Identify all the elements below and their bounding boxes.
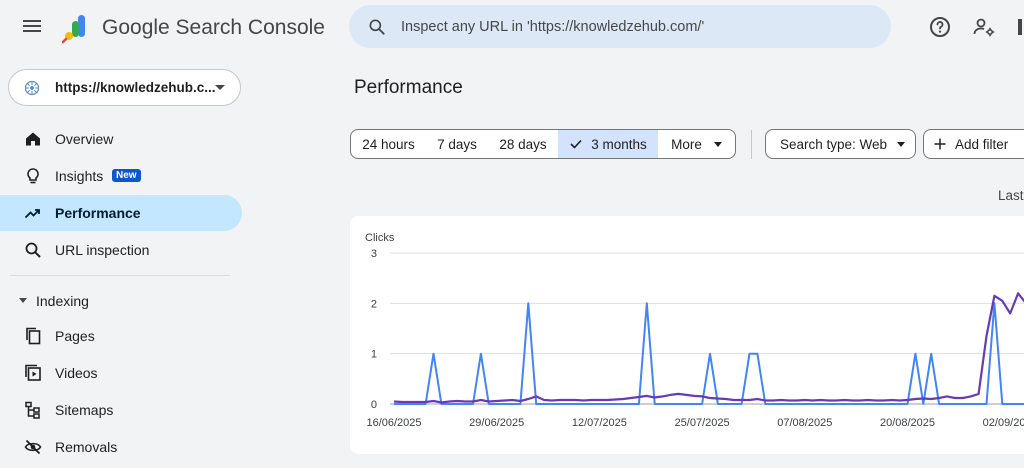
property-selector[interactable]: https://knowledzehub.c...	[8, 69, 241, 106]
sidebar: https://knowledzehub.c... Overview Insig…	[0, 56, 256, 468]
sidebar-item-label: Sitemaps	[55, 402, 114, 418]
range-more-dropdown[interactable]: More	[658, 129, 736, 159]
sidebar-item-videos[interactable]: Videos	[0, 355, 242, 391]
add-filter-label: Add filter	[955, 136, 1009, 152]
range-label: 7 days	[437, 136, 477, 152]
performance-chart-card: Clicks 0 1 2 3 16/06/2025 29/06/2025 12/07/20…	[350, 216, 1024, 454]
sitemap-icon	[25, 401, 40, 419]
url-inspect-search[interactable]	[349, 5, 891, 48]
section-label: Indexing	[36, 293, 89, 309]
search-icon	[25, 242, 41, 258]
caret-down-icon	[19, 298, 27, 303]
search-type-label: Search type: Web	[780, 136, 888, 152]
home-icon	[26, 132, 40, 146]
chevron-down-icon	[215, 85, 225, 90]
sidebar-item-label: URL inspection	[55, 242, 150, 258]
property-favicon-icon	[24, 80, 40, 96]
sidebar-item-label: Removals	[55, 439, 118, 455]
sidebar-item-overview[interactable]: Overview	[0, 121, 242, 157]
sidebar-item-label: Performance	[55, 205, 141, 221]
lightbulb-icon	[27, 168, 39, 184]
property-label: https://knowledzehub.c...	[55, 80, 216, 95]
x-tick-label: 20/08/2025	[880, 417, 935, 429]
x-tick-label: 25/07/2025	[675, 417, 730, 429]
x-tick-label: 12/07/2025	[572, 417, 627, 429]
search-input[interactable]	[401, 5, 871, 48]
sidebar-item-sitemaps[interactable]: Sitemaps	[0, 392, 242, 428]
y-tick-label: 2	[371, 298, 377, 310]
search-type-dropdown[interactable]: Search type: Web	[765, 129, 916, 159]
search-console-logo	[62, 15, 85, 44]
toolbar-separator	[751, 130, 752, 159]
pages-icon	[26, 327, 41, 345]
eye-off-icon	[24, 439, 42, 455]
comparison-series-line	[393, 292, 1024, 404]
sidebar-item-removals[interactable]: Removals	[0, 429, 242, 465]
y-tick-label: 1	[371, 349, 377, 361]
range-28-days-button[interactable]: 28 days	[488, 129, 559, 159]
y-tick-label: 3	[371, 248, 377, 260]
new-badge: New	[112, 169, 141, 182]
range-3-months-button[interactable]: 3 months	[558, 129, 659, 159]
add-filter-button[interactable]: Add filter	[923, 129, 1024, 159]
chevron-down-icon	[897, 141, 906, 147]
plus-icon	[934, 138, 946, 150]
range-label: 3 months	[591, 136, 647, 152]
video-icon	[25, 364, 41, 381]
trending-up-icon	[24, 209, 40, 219]
range-label: 24 hours	[362, 136, 415, 152]
last-updated-text: Last	[998, 188, 1024, 203]
x-tick-label: 16/06/2025	[366, 417, 421, 429]
range-label: 28 days	[499, 136, 547, 152]
range-7-days-button[interactable]: 7 days	[426, 129, 489, 159]
x-tick-label: 29/06/2025	[469, 417, 524, 429]
help-icon[interactable]	[928, 15, 952, 39]
brand-title: Google Search Console	[102, 16, 325, 39]
checkmark-icon	[570, 139, 582, 149]
sidebar-item-url-inspection[interactable]: URL inspection	[0, 232, 242, 268]
x-tick-label: 07/08/2025	[777, 417, 832, 429]
y-tick-label: 0	[371, 399, 377, 411]
sidebar-item-label: Overview	[55, 131, 114, 147]
clicks-chart: Clicks 0 1 2 3 16/06/2025 29/06/2025 12/07/20…	[365, 232, 1024, 429]
search-icon	[369, 19, 385, 35]
top-bar: Google Search Console	[0, 0, 1024, 56]
chevron-down-icon	[713, 141, 722, 147]
apps-icon-partial[interactable]	[1014, 15, 1024, 39]
sidebar-item-label: Insights	[55, 168, 104, 184]
sidebar-item-performance[interactable]: Performance	[0, 195, 242, 231]
x-tick-label: 02/09/2025	[983, 417, 1024, 429]
user-settings-icon[interactable]	[972, 15, 996, 39]
range-label: More	[671, 136, 702, 152]
page-title: Performance	[354, 77, 463, 98]
sidebar-item-label: Pages	[55, 328, 95, 344]
sidebar-item-pages[interactable]: Pages	[0, 318, 242, 354]
menu-icon[interactable]	[22, 17, 42, 37]
sidebar-divider	[10, 275, 230, 276]
range-24-hours-button[interactable]: 24 hours	[350, 129, 427, 159]
sidebar-item-insights[interactable]: Insights New	[0, 158, 242, 194]
sidebar-item-label: Videos	[55, 365, 98, 381]
section-indexing-toggle[interactable]: Indexing	[0, 288, 242, 312]
y-axis-title: Clicks	[365, 232, 395, 244]
